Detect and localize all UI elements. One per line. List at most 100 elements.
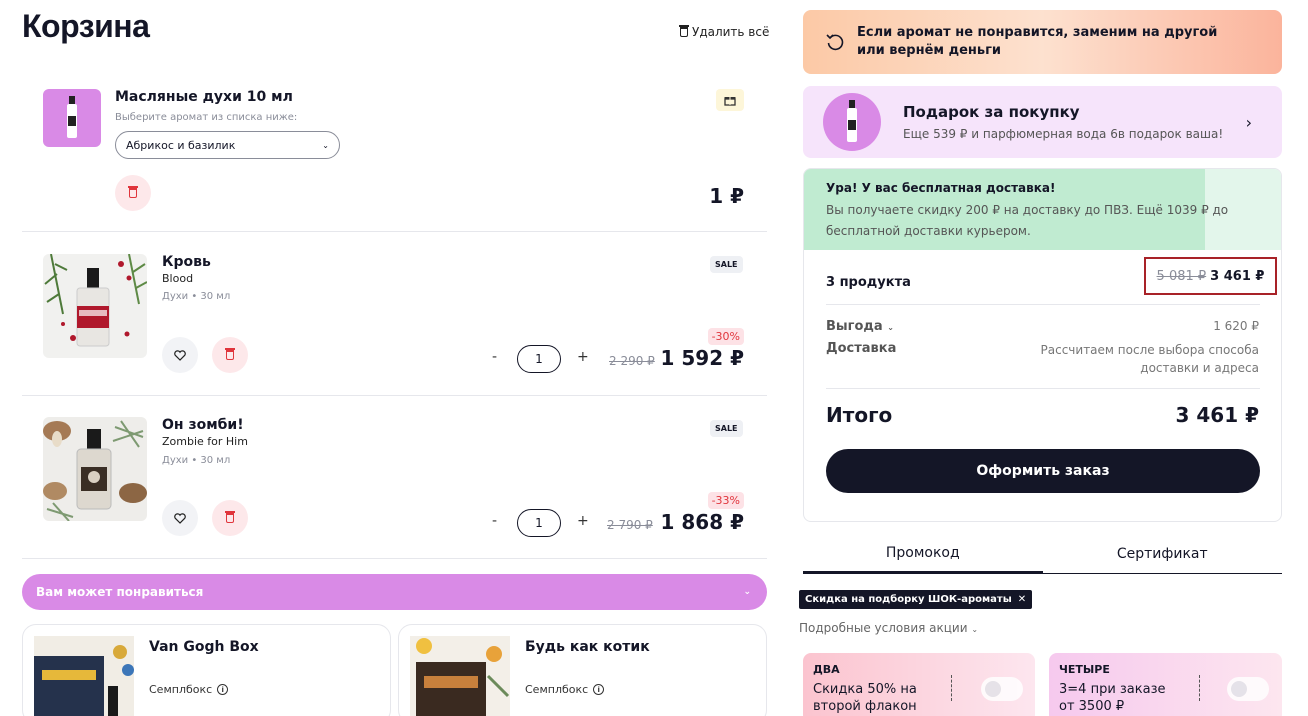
order-summary: Ура! У вас бесплатная доставка! Вы получ…: [803, 168, 1282, 522]
item-title[interactable]: Он зомби!: [162, 417, 244, 433]
card-title: Van Gogh Box: [149, 639, 259, 655]
suggestion-card[interactable]: Van Gogh Box Семплбокс i: [22, 624, 391, 716]
item-price: 1 592 ₽: [660, 346, 744, 370]
offer-toggle[interactable]: [1227, 677, 1269, 701]
tab-promocode[interactable]: Промокод: [803, 534, 1043, 573]
discount-badge: -30%: [707, 328, 744, 345]
offer-name: ЧЕТЫРЕ: [1059, 663, 1110, 676]
info-icon[interactable]: i: [593, 684, 605, 695]
checkout-button[interactable]: Оформить заказ: [826, 449, 1260, 493]
sale-badge: SALE: [710, 256, 743, 273]
applied-promo-label: Скидка на подборку ШОК-ароматы: [805, 594, 1012, 605]
divider: [22, 558, 767, 559]
suggestions-toggle[interactable]: Вам может понравиться ⌄: [22, 574, 767, 610]
heart-icon: [174, 349, 186, 361]
scent-select-value: Абрикос и базилик: [126, 138, 236, 152]
item-title[interactable]: Кровь: [162, 254, 211, 270]
delete-all-label: Удалить всё: [692, 25, 770, 39]
total-value: 3 461 ₽: [1175, 403, 1259, 427]
delete-item-button[interactable]: [212, 337, 248, 373]
benefit-row[interactable]: Выгода ⌄ 1 620 ₽: [826, 319, 1259, 334]
quantity-input[interactable]: 1: [517, 345, 561, 373]
chevron-down-icon: ⌄: [971, 625, 979, 634]
favorite-button[interactable]: [162, 500, 198, 536]
suggestions-title: Вам может понравиться: [36, 585, 204, 599]
refresh-icon: [826, 34, 844, 51]
delivery-value: Рассчитаем после выбора способа доставки…: [1040, 343, 1259, 375]
promo-conditions-link[interactable]: Подробные условия акции ⌄: [799, 621, 978, 635]
offer-name: ДВА: [813, 663, 840, 676]
offer-text: 3=4 при заказе от 3500 ₽: [1059, 682, 1166, 714]
gift-banner[interactable]: Подарок за покупку Еще 539 ₽ и парфюмерн…: [803, 86, 1282, 158]
heart-icon: [174, 512, 186, 524]
decrease-quantity-button[interactable]: -: [492, 513, 497, 529]
scent-hint: Выберите аромат из списка ниже:: [115, 112, 298, 123]
product-image[interactable]: [43, 89, 101, 147]
delete-all-button[interactable]: Удалить всё: [679, 25, 770, 39]
products-price-highlight: 5 081 ₽ 3 461 ₽: [1144, 257, 1277, 295]
offer-toggle[interactable]: [981, 677, 1023, 701]
shipping-notice: Ура! У вас бесплатная доставка! Вы получ…: [804, 169, 1281, 250]
products-label: 3 продукта: [826, 274, 911, 290]
benefit-value: 1 620 ₽: [1213, 319, 1259, 333]
guarantee-banner: Если аромат не понравится, заменим на др…: [803, 10, 1282, 74]
product-image[interactable]: [43, 417, 147, 521]
trash-icon: [679, 25, 689, 37]
gift-title: Подарок за покупку: [903, 103, 1080, 121]
decrease-quantity-button[interactable]: -: [492, 349, 497, 365]
favorite-button[interactable]: [162, 337, 198, 373]
guarantee-text: Если аромат не понравится, заменим на др…: [857, 25, 1218, 58]
page-title: Корзина: [22, 8, 150, 44]
divider: [22, 395, 767, 396]
zombie-perfume-image: [43, 420, 147, 521]
suggestion-card[interactable]: Будь как котик Семплбокс i: [398, 624, 767, 716]
delete-item-button[interactable]: [115, 175, 151, 211]
tab-certificate[interactable]: Сертификат: [1043, 534, 1283, 573]
gift-icon: [724, 96, 736, 106]
old-price: 2 790 ₽: [607, 518, 653, 532]
increase-quantity-button[interactable]: +: [577, 349, 589, 365]
divider: [826, 304, 1260, 305]
blood-perfume-image: [44, 254, 147, 347]
chevron-down-icon: ⌄: [322, 140, 329, 150]
trash-icon: [128, 186, 138, 198]
divider: [22, 231, 767, 232]
chevron-right-icon: ›: [1245, 112, 1252, 132]
promo-conditions-label: Подробные условия акции: [799, 621, 968, 635]
item-meta: Духи • 30 мл: [162, 291, 231, 302]
van-gogh-box-image: [34, 636, 134, 716]
bottle-icon: [847, 100, 857, 142]
gift-badge: [716, 89, 744, 111]
close-icon[interactable]: ✕: [1018, 594, 1026, 605]
discount-badge: -33%: [707, 492, 744, 509]
item-subtitle: Blood: [162, 272, 194, 285]
card-subtitle-label: Семплбокс: [149, 683, 213, 696]
increase-quantity-button[interactable]: +: [577, 513, 589, 529]
chevron-down-icon: ⌄: [743, 587, 751, 597]
total-label: Итого: [826, 403, 893, 427]
total-row: Итого 3 461 ₽: [826, 403, 1259, 427]
info-icon[interactable]: i: [217, 684, 229, 695]
item-subtitle: Zombie for Him: [162, 435, 248, 448]
item-price: 1 868 ₽: [660, 510, 744, 534]
offer-card: ДВА Скидка 50% на второй флакон: [803, 653, 1035, 716]
benefit-label[interactable]: Выгода ⌄: [826, 319, 894, 334]
card-subtitle-label: Семплбокс: [525, 683, 589, 696]
quantity-input[interactable]: 1: [517, 509, 561, 537]
product-image[interactable]: [43, 254, 147, 358]
item-meta: Духи • 30 мл: [162, 455, 231, 466]
card-subtitle: Семплбокс i: [525, 683, 605, 696]
gift-product-image: [823, 93, 881, 151]
scent-select[interactable]: Абрикос и базилик ⌄: [115, 131, 340, 159]
shipping-title: Ура! У вас бесплатная доставка!: [826, 181, 1056, 195]
dashed-divider: [1199, 675, 1200, 701]
delete-item-button[interactable]: [212, 500, 248, 536]
applied-promo-chip[interactable]: Скидка на подборку ШОК-ароматы ✕: [799, 590, 1033, 609]
trash-icon: [225, 511, 235, 523]
card-title: Будь как котик: [525, 639, 650, 655]
dashed-divider: [951, 675, 952, 701]
offer-text: Скидка 50% на второй флакон: [813, 682, 917, 714]
products-old-price: 5 081 ₽: [1156, 268, 1207, 284]
item-title[interactable]: Масляные духи 10 мл: [115, 89, 293, 105]
offer-card: ЧЕТЫРЕ 3=4 при заказе от 3500 ₽: [1049, 653, 1282, 716]
